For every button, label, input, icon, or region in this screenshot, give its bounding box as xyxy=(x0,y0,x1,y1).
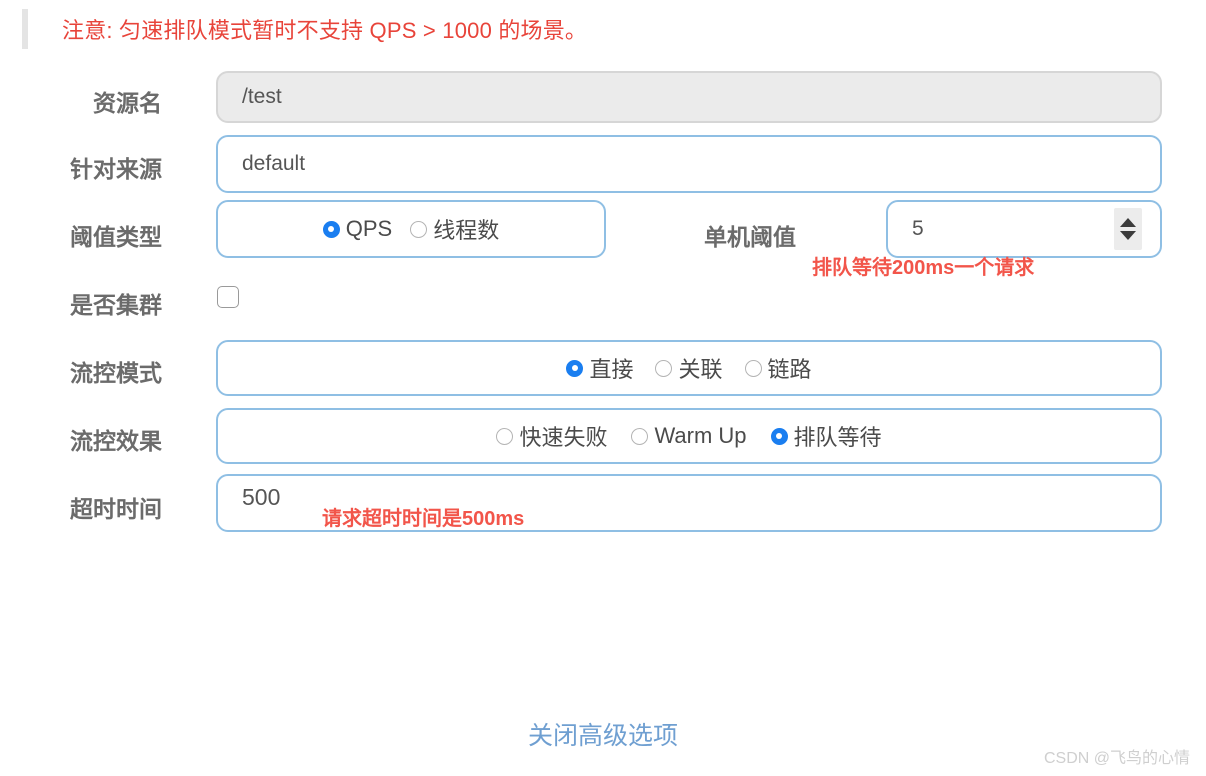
radio-label: QPS xyxy=(345,216,393,241)
notice-text: 注意: 匀速排队模式暂时不支持 QPS > 1000 的场景。 xyxy=(62,18,588,43)
triangle-down-icon[interactable] xyxy=(1120,231,1136,240)
radio-label: 链路 xyxy=(767,357,812,382)
radio-label: Warm Up xyxy=(654,423,747,448)
label-resource-name: 资源名 xyxy=(93,90,162,116)
radio-dot-icon xyxy=(631,427,649,445)
label-threshold-type: 阈值类型 xyxy=(70,224,162,250)
label-limit-origin: 针对来源 xyxy=(70,156,162,182)
radio-behavior-warm-up[interactable]: Warm Up xyxy=(631,423,747,449)
radio-flow-mode-relate[interactable]: 关联 xyxy=(655,352,723,384)
form-row-limit-origin: 针对来源 default xyxy=(0,128,1206,196)
radio-dot-icon xyxy=(566,359,584,377)
radio-threshold-thread[interactable]: 线程数 xyxy=(410,213,499,245)
timeout-value: 500 xyxy=(242,484,281,510)
radio-label: 关联 xyxy=(678,357,723,382)
radio-dot-icon xyxy=(410,220,428,238)
radio-behavior-queue-wait[interactable]: 排队等待 xyxy=(770,420,882,452)
watermark: CSDN @飞鸟的心情 xyxy=(1043,750,1190,767)
threshold-type-radio-group[interactable]: QPS 线程数 xyxy=(216,200,606,258)
annotation-queue-wait: 排队等待200ms一个请求 xyxy=(812,257,1035,279)
radio-dot-icon xyxy=(744,359,762,377)
form-row-timeout: 超时时间 500 请求超时时间是500ms xyxy=(0,468,1206,536)
form-row-control-behavior: 流控效果 快速失败 Warm Up 排队等待 xyxy=(0,400,1206,468)
flow-rule-form: 资源名 /test 针对来源 default 阈值类型 QPS 线程数 单机阈值… xyxy=(0,60,1206,536)
triangle-up-icon[interactable] xyxy=(1120,218,1136,227)
radio-label: 线程数 xyxy=(433,218,500,243)
cluster-mode-checkbox[interactable] xyxy=(217,286,239,308)
radio-dot-icon xyxy=(322,220,340,238)
label-flow-mode: 流控模式 xyxy=(70,360,162,386)
flow-mode-radio-group[interactable]: 直接 关联 链路 xyxy=(216,340,1162,396)
radio-label: 直接 xyxy=(589,357,634,382)
radio-dot-icon xyxy=(655,359,673,377)
toggle-advanced-options-link[interactable]: 关闭高级选项 xyxy=(0,716,1206,752)
resource-name-value: /test xyxy=(242,85,282,108)
annotation-timeout: 请求超时时间是500ms xyxy=(322,508,525,530)
radio-flow-mode-direct[interactable]: 直接 xyxy=(566,352,633,384)
single-threshold-input[interactable]: 5 xyxy=(886,200,1162,258)
label-control-behavior: 流控效果 xyxy=(70,428,162,454)
radio-behavior-fast-fail[interactable]: 快速失败 xyxy=(496,420,607,452)
label-timeout: 超时时间 xyxy=(70,496,162,522)
radio-threshold-qps[interactable]: QPS xyxy=(322,216,393,242)
notice-accent-bar xyxy=(22,9,28,49)
form-row-cluster-mode: 是否集群 排队等待200ms一个请求 xyxy=(0,257,1206,332)
radio-label: 快速失败 xyxy=(519,425,608,450)
notice-banner: 注意: 匀速排队模式暂时不支持 QPS > 1000 的场景。 xyxy=(0,0,1206,60)
number-spinner[interactable] xyxy=(1114,208,1142,250)
radio-dot-icon xyxy=(770,427,788,445)
label-single-threshold: 单机阈值 xyxy=(704,224,796,250)
radio-flow-mode-chain[interactable]: 链路 xyxy=(744,352,812,384)
limit-origin-value: default xyxy=(242,152,306,175)
timeout-input[interactable]: 500 请求超时时间是500ms xyxy=(216,474,1162,532)
form-row-flow-mode: 流控模式 直接 关联 链路 xyxy=(0,332,1206,400)
form-row-resource-name: 资源名 /test xyxy=(0,60,1206,128)
control-behavior-radio-group[interactable]: 快速失败 Warm Up 排队等待 xyxy=(216,408,1162,464)
radio-label: 排队等待 xyxy=(793,425,882,450)
label-cluster-mode: 是否集群 xyxy=(70,292,162,318)
resource-name-input[interactable]: /test xyxy=(216,71,1162,123)
radio-dot-icon xyxy=(496,427,514,445)
limit-origin-input[interactable]: default xyxy=(216,135,1162,193)
single-threshold-value: 5 xyxy=(912,217,924,240)
